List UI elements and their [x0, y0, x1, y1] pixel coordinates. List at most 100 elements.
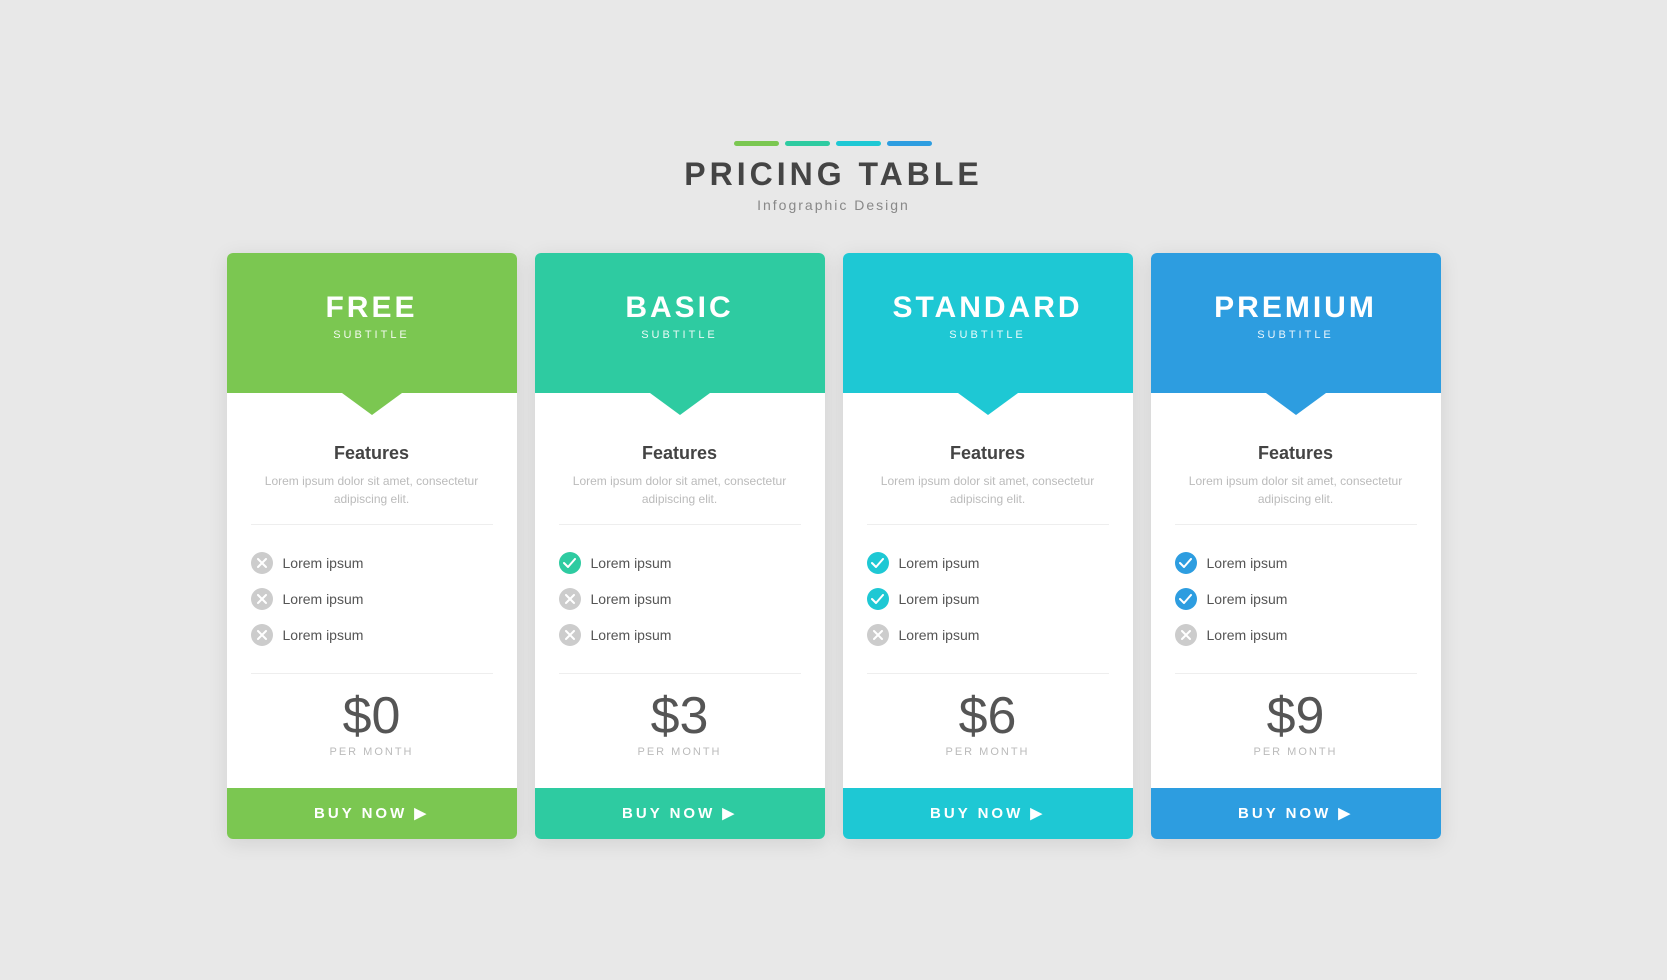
features-desc-free: Lorem ipsum dolor sit amet, consectetur …	[251, 472, 493, 525]
feature-item: Lorem ipsum	[251, 581, 493, 617]
feature-label: Lorem ipsum	[899, 591, 980, 607]
cross-icon	[559, 624, 581, 646]
features-title-free: Features	[251, 443, 493, 464]
features-title-standard: Features	[867, 443, 1109, 464]
page-header: PRICING TABLE Infographic Design	[684, 141, 983, 213]
page-title: PRICING TABLE	[684, 156, 983, 193]
feature-item: Lorem ipsum	[251, 617, 493, 653]
plan-subtitle-free: SUBTITLE	[333, 329, 410, 341]
buy-now-label-standard: BUY NOW ▶	[930, 805, 1045, 822]
price-period-basic: PER MONTH	[559, 746, 801, 758]
feature-item: Lorem ipsum	[867, 581, 1109, 617]
price-amount-free: $0	[251, 690, 493, 742]
buy-now-button-premium[interactable]: BUY NOW ▶	[1151, 788, 1441, 839]
header-bar	[785, 141, 830, 146]
plan-subtitle-premium: SUBTITLE	[1257, 329, 1334, 341]
feature-label: Lorem ipsum	[283, 591, 364, 607]
card-header-standard: STANDARD SUBTITLE	[843, 253, 1133, 393]
header-arrow-basic	[650, 393, 710, 415]
feature-list-standard: Lorem ipsum Lorem ipsum Lorem ipsum	[867, 545, 1109, 653]
price-period-free: PER MONTH	[251, 746, 493, 758]
cross-icon	[867, 624, 889, 646]
feature-item: Lorem ipsum	[1175, 617, 1417, 653]
features-title-basic: Features	[559, 443, 801, 464]
feature-label: Lorem ipsum	[591, 591, 672, 607]
feature-label: Lorem ipsum	[283, 555, 364, 571]
plan-subtitle-standard: SUBTITLE	[949, 329, 1026, 341]
pricing-card-standard: STANDARD SUBTITLE Features Lorem ipsum d…	[843, 253, 1133, 839]
pricing-card-basic: BASIC SUBTITLE Features Lorem ipsum dolo…	[535, 253, 825, 839]
price-amount-basic: $3	[559, 690, 801, 742]
price-section-standard: $6 PER MONTH	[867, 673, 1109, 768]
buy-now-button-standard[interactable]: BUY NOW ▶	[843, 788, 1133, 839]
buy-now-label-premium: BUY NOW ▶	[1238, 805, 1353, 822]
plan-title-premium: PREMIUM	[1214, 291, 1377, 325]
card-body-basic: Features Lorem ipsum dolor sit amet, con…	[535, 393, 825, 788]
check-icon	[867, 552, 889, 574]
card-header-basic: BASIC SUBTITLE	[535, 253, 825, 393]
pricing-card-premium: PREMIUM SUBTITLE Features Lorem ipsum do…	[1151, 253, 1441, 839]
buy-now-label-free: BUY NOW ▶	[314, 805, 429, 822]
feature-item: Lorem ipsum	[559, 617, 801, 653]
header-arrow-free	[342, 393, 402, 415]
feature-item: Lorem ipsum	[559, 545, 801, 581]
feature-label: Lorem ipsum	[899, 627, 980, 643]
cross-icon	[559, 588, 581, 610]
feature-item: Lorem ipsum	[867, 617, 1109, 653]
price-period-premium: PER MONTH	[1175, 746, 1417, 758]
buy-now-button-free[interactable]: BUY NOW ▶	[227, 788, 517, 839]
feature-label: Lorem ipsum	[283, 627, 364, 643]
feature-label: Lorem ipsum	[591, 555, 672, 571]
check-icon	[1175, 552, 1197, 574]
card-body-free: Features Lorem ipsum dolor sit amet, con…	[227, 393, 517, 788]
plan-subtitle-basic: SUBTITLE	[641, 329, 718, 341]
pricing-container: FREE SUBTITLE Features Lorem ipsum dolor…	[227, 253, 1441, 839]
cross-icon	[251, 588, 273, 610]
price-amount-premium: $9	[1175, 690, 1417, 742]
feature-label: Lorem ipsum	[1207, 555, 1288, 571]
feature-label: Lorem ipsum	[591, 627, 672, 643]
feature-item: Lorem ipsum	[559, 581, 801, 617]
header-arrow-standard	[958, 393, 1018, 415]
price-section-premium: $9 PER MONTH	[1175, 673, 1417, 768]
features-desc-premium: Lorem ipsum dolor sit amet, consectetur …	[1175, 472, 1417, 525]
header-bar	[836, 141, 881, 146]
feature-list-premium: Lorem ipsum Lorem ipsum Lorem ipsum	[1175, 545, 1417, 653]
plan-title-free: FREE	[325, 291, 417, 325]
buy-now-label-basic: BUY NOW ▶	[622, 805, 737, 822]
price-section-free: $0 PER MONTH	[251, 673, 493, 768]
card-header-free: FREE SUBTITLE	[227, 253, 517, 393]
feature-item: Lorem ipsum	[251, 545, 493, 581]
feature-item: Lorem ipsum	[1175, 581, 1417, 617]
feature-label: Lorem ipsum	[1207, 591, 1288, 607]
header-bar	[734, 141, 779, 146]
feature-label: Lorem ipsum	[1207, 627, 1288, 643]
page-subtitle: Infographic Design	[684, 197, 983, 213]
cross-icon	[1175, 624, 1197, 646]
card-header-premium: PREMIUM SUBTITLE	[1151, 253, 1441, 393]
feature-item: Lorem ipsum	[1175, 545, 1417, 581]
plan-title-basic: BASIC	[625, 291, 733, 325]
cross-icon	[251, 552, 273, 574]
feature-list-basic: Lorem ipsum Lorem ipsum Lorem ipsum	[559, 545, 801, 653]
header-bars	[684, 141, 983, 146]
check-icon	[867, 588, 889, 610]
feature-item: Lorem ipsum	[867, 545, 1109, 581]
plan-title-standard: STANDARD	[892, 291, 1082, 325]
feature-label: Lorem ipsum	[899, 555, 980, 571]
card-body-standard: Features Lorem ipsum dolor sit amet, con…	[843, 393, 1133, 788]
card-body-premium: Features Lorem ipsum dolor sit amet, con…	[1151, 393, 1441, 788]
buy-now-button-basic[interactable]: BUY NOW ▶	[535, 788, 825, 839]
price-amount-standard: $6	[867, 690, 1109, 742]
check-icon	[1175, 588, 1197, 610]
header-bar	[887, 141, 932, 146]
check-icon	[559, 552, 581, 574]
features-desc-basic: Lorem ipsum dolor sit amet, consectetur …	[559, 472, 801, 525]
price-period-standard: PER MONTH	[867, 746, 1109, 758]
header-arrow-premium	[1266, 393, 1326, 415]
features-title-premium: Features	[1175, 443, 1417, 464]
feature-list-free: Lorem ipsum Lorem ipsum Lorem ipsum	[251, 545, 493, 653]
cross-icon	[251, 624, 273, 646]
features-desc-standard: Lorem ipsum dolor sit amet, consectetur …	[867, 472, 1109, 525]
pricing-card-free: FREE SUBTITLE Features Lorem ipsum dolor…	[227, 253, 517, 839]
